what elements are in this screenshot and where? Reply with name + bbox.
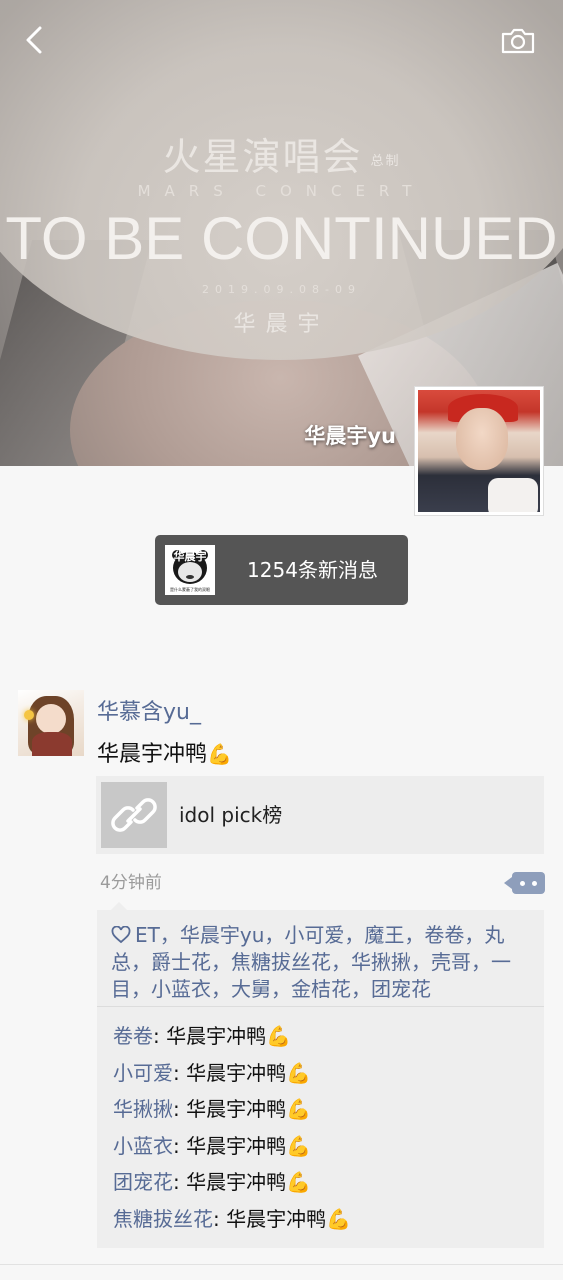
- flexed-biceps-emoji: 💪: [326, 1206, 352, 1231]
- likes-names[interactable]: ET，华晨宇yu，小可爱，魔王，卷卷，丸总，爵士花，焦糖拔丝花，华揪揪，壳哥，一…: [111, 923, 511, 1001]
- comment-text: : 华晨宇冲鸭: [173, 1060, 287, 1085]
- comment-author[interactable]: 焦糖拔丝花: [113, 1207, 213, 1231]
- flexed-biceps-emoji: 💪: [286, 1133, 312, 1158]
- cover-subtitle-en: MARS CONCERT: [137, 182, 426, 200]
- comment-author[interactable]: 卷卷: [113, 1024, 153, 1048]
- back-button[interactable]: [18, 22, 54, 58]
- cover-date: 2019.09.08-09: [202, 283, 361, 296]
- cover-title-cn: 火星演唱会 总制: [162, 135, 401, 179]
- avatar-sparkle: [24, 710, 34, 720]
- comment-text: : 华晨宇冲鸭: [173, 1170, 287, 1194]
- chevron-left-icon: [26, 26, 42, 54]
- link-title: idol pick榜: [179, 803, 283, 827]
- flexed-biceps-emoji: 💪: [266, 1024, 292, 1048]
- avatar-face: [456, 408, 508, 470]
- dot-icon: [520, 881, 525, 886]
- heart-icon: [111, 926, 131, 944]
- post-author-avatar[interactable]: [18, 690, 84, 756]
- notification-thumbnail: 华晨宇 是什么蒙蔽了我的双眼: [165, 545, 215, 595]
- flexed-biceps-emoji: 💪: [286, 1060, 312, 1085]
- avatar-image: [418, 390, 540, 512]
- avatar-clothes: [32, 732, 72, 756]
- comment-item[interactable]: 焦糖拔丝花: 华晨宇冲鸭💪: [113, 1203, 351, 1232]
- more-actions-button[interactable]: [504, 872, 545, 894]
- comment-text: : 华晨宇冲鸭: [173, 1133, 287, 1158]
- thumbnail-caption: 是什么蒙蔽了我的双眼: [170, 587, 210, 592]
- comment-text: : 华晨宇冲鸭: [213, 1206, 327, 1231]
- camera-button[interactable]: [500, 26, 536, 56]
- comment-author[interactable]: 小可爱: [113, 1061, 173, 1085]
- avatar-face: [36, 704, 66, 734]
- flexed-biceps-emoji: 💪: [207, 742, 232, 766]
- comment-author[interactable]: 小蓝衣: [113, 1134, 173, 1158]
- likes-list[interactable]: ET，华晨宇yu，小可爱，魔王，卷卷，丸总，爵士花，焦糖拔丝花，华揪揪，壳哥，一…: [111, 922, 537, 1003]
- cover-headline: TO BE CONTINUED: [5, 205, 558, 272]
- comment-item[interactable]: 小蓝衣: 华晨宇冲鸭💪: [113, 1130, 311, 1159]
- comment-text: : 华晨宇冲鸭: [153, 1024, 267, 1048]
- camera-icon: [501, 28, 535, 54]
- flexed-biceps-emoji: 💪: [286, 1097, 312, 1121]
- likes-and-comments: ET，华晨宇yu，小可爱，魔王，卷卷，丸总，爵士花，焦糖拔丝花，华揪揪，壳哥，一…: [97, 902, 544, 1248]
- comment-author[interactable]: 华揪揪: [113, 1097, 173, 1121]
- profile-avatar[interactable]: [414, 386, 544, 516]
- comment-item[interactable]: 卷卷: 华晨宇冲鸭💪: [113, 1020, 291, 1049]
- post-timestamp: 4分钟前: [100, 873, 162, 893]
- link-icon: [111, 798, 157, 832]
- post-text: 华晨宇冲鸭💪: [97, 742, 232, 767]
- profile-name: 华晨宇yu: [304, 424, 396, 448]
- likes-divider: [97, 1006, 544, 1007]
- comment-item[interactable]: 小可爱: 华晨宇冲鸭💪: [113, 1057, 311, 1086]
- shared-link-card[interactable]: idol pick榜: [96, 776, 544, 854]
- feed-divider: [0, 1264, 563, 1265]
- avatar-shirt: [488, 478, 538, 512]
- post-author-name[interactable]: 华慕含yu_: [97, 694, 201, 726]
- comment-text: : 华晨宇冲鸭: [173, 1097, 287, 1121]
- thumbnail-label: 华晨宇: [173, 550, 207, 563]
- new-messages-banner[interactable]: 华晨宇 是什么蒙蔽了我的双眼 1254条新消息: [155, 535, 408, 605]
- comment-author[interactable]: 团宠花: [113, 1170, 173, 1194]
- cover-artist: 华晨宇: [233, 312, 330, 337]
- comment-item[interactable]: 团宠花: 华晨宇冲鸭💪: [113, 1166, 311, 1195]
- comment-item[interactable]: 华揪揪: 华晨宇冲鸭💪: [113, 1093, 311, 1122]
- dot-icon: [532, 881, 537, 886]
- link-thumbnail: [101, 782, 167, 848]
- flexed-biceps-emoji: 💪: [286, 1170, 312, 1194]
- new-messages-count: 1254条新消息: [247, 558, 378, 582]
